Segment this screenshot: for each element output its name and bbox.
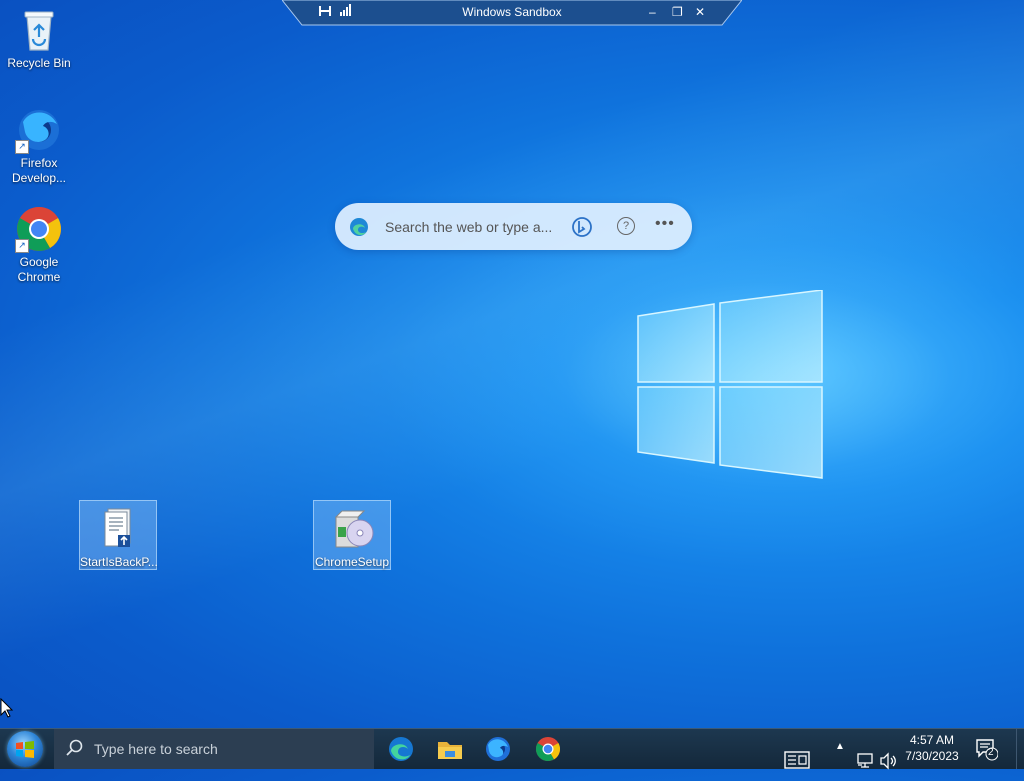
- edge-icon[interactable]: [387, 735, 415, 763]
- action-center-button[interactable]: 2: [974, 737, 999, 761]
- desktop-icon-firefox-developer[interactable]: ↗ Firefox Develop...: [1, 106, 77, 186]
- volume-icon[interactable]: [879, 741, 899, 781]
- desktop-icon-chromesetup[interactable]: ChromeSetup: [313, 500, 391, 570]
- close-button[interactable]: ✕: [695, 4, 705, 20]
- wallpaper-light-beam: [0, 0, 1024, 728]
- minimize-button[interactable]: –: [649, 4, 656, 20]
- desktop-icon-google-chrome[interactable]: ↗ Google Chrome: [1, 205, 77, 285]
- firefox-developer-icon: ↗: [15, 106, 63, 154]
- mouse-cursor-icon: [0, 698, 14, 718]
- taskbar-search-placeholder: Type here to search: [94, 741, 218, 757]
- more-options-icon[interactable]: •••: [655, 215, 675, 233]
- installer-document-icon: [94, 505, 142, 553]
- shortcut-arrow-icon: ↗: [15, 140, 29, 154]
- desktop-icon-recycle-bin[interactable]: Recycle Bin: [1, 6, 77, 71]
- edge-icon: [350, 218, 368, 236]
- news-widget-icon[interactable]: [784, 740, 810, 780]
- notification-count-badge: 2: [988, 747, 994, 758]
- search-icon: [66, 739, 83, 756]
- windows-logo-wallpaper: [637, 290, 823, 479]
- file-explorer-icon[interactable]: [436, 735, 464, 763]
- desktop-icon-label: Develop...: [11, 171, 67, 185]
- desktop-icon-label: Recycle Bin: [7, 56, 71, 70]
- wallpaper-glow: [0, 0, 1024, 728]
- desktop-icon-label: StartIsBackP...: [80, 555, 158, 569]
- chrome-icon: ↗: [15, 205, 63, 253]
- tray-overflow-chevron[interactable]: ▲: [835, 741, 845, 781]
- search-widget-input[interactable]: Search the web or type a...: [385, 219, 552, 235]
- clock-date: 7/30/2023: [905, 749, 959, 763]
- desktop-icon-label: ChromeSetup: [314, 555, 390, 569]
- setup-box-cd-icon: [328, 505, 376, 553]
- desktop-icon-label: Google: [19, 255, 59, 269]
- recycle-bin-icon: [15, 6, 63, 54]
- bing-chat-icon[interactable]: [571, 216, 593, 238]
- restore-button[interactable]: ❐: [672, 4, 683, 20]
- search-widget[interactable]: Search the web or type a... ? •••: [335, 203, 692, 250]
- system-clock[interactable]: 4:57 AM 7/30/2023: [900, 732, 964, 764]
- help-icon[interactable]: ?: [617, 217, 635, 235]
- desktop-icon-label: Firefox: [20, 156, 58, 170]
- sandbox-title-bar[interactable]: Windows Sandbox – ❐ ✕: [282, 0, 742, 26]
- taskbar: Type here to search ▲ 4:57 AM 7/30/2023: [0, 728, 1024, 770]
- desktop-icon-startisback[interactable]: StartIsBackP...: [79, 500, 158, 570]
- show-desktop-button[interactable]: [1016, 729, 1024, 769]
- firefox-icon[interactable]: [484, 735, 512, 763]
- shortcut-arrow-icon: ↗: [15, 239, 29, 253]
- network-icon[interactable]: [856, 741, 874, 781]
- notification-icon: [976, 739, 999, 761]
- taskbar-search-box[interactable]: Type here to search: [54, 729, 374, 769]
- windows-flag-icon: [16, 741, 34, 758]
- start-button[interactable]: [7, 731, 43, 767]
- clock-time: 4:57 AM: [909, 733, 955, 747]
- chrome-icon[interactable]: [534, 735, 562, 763]
- desktop-icon-label: Chrome: [17, 270, 61, 284]
